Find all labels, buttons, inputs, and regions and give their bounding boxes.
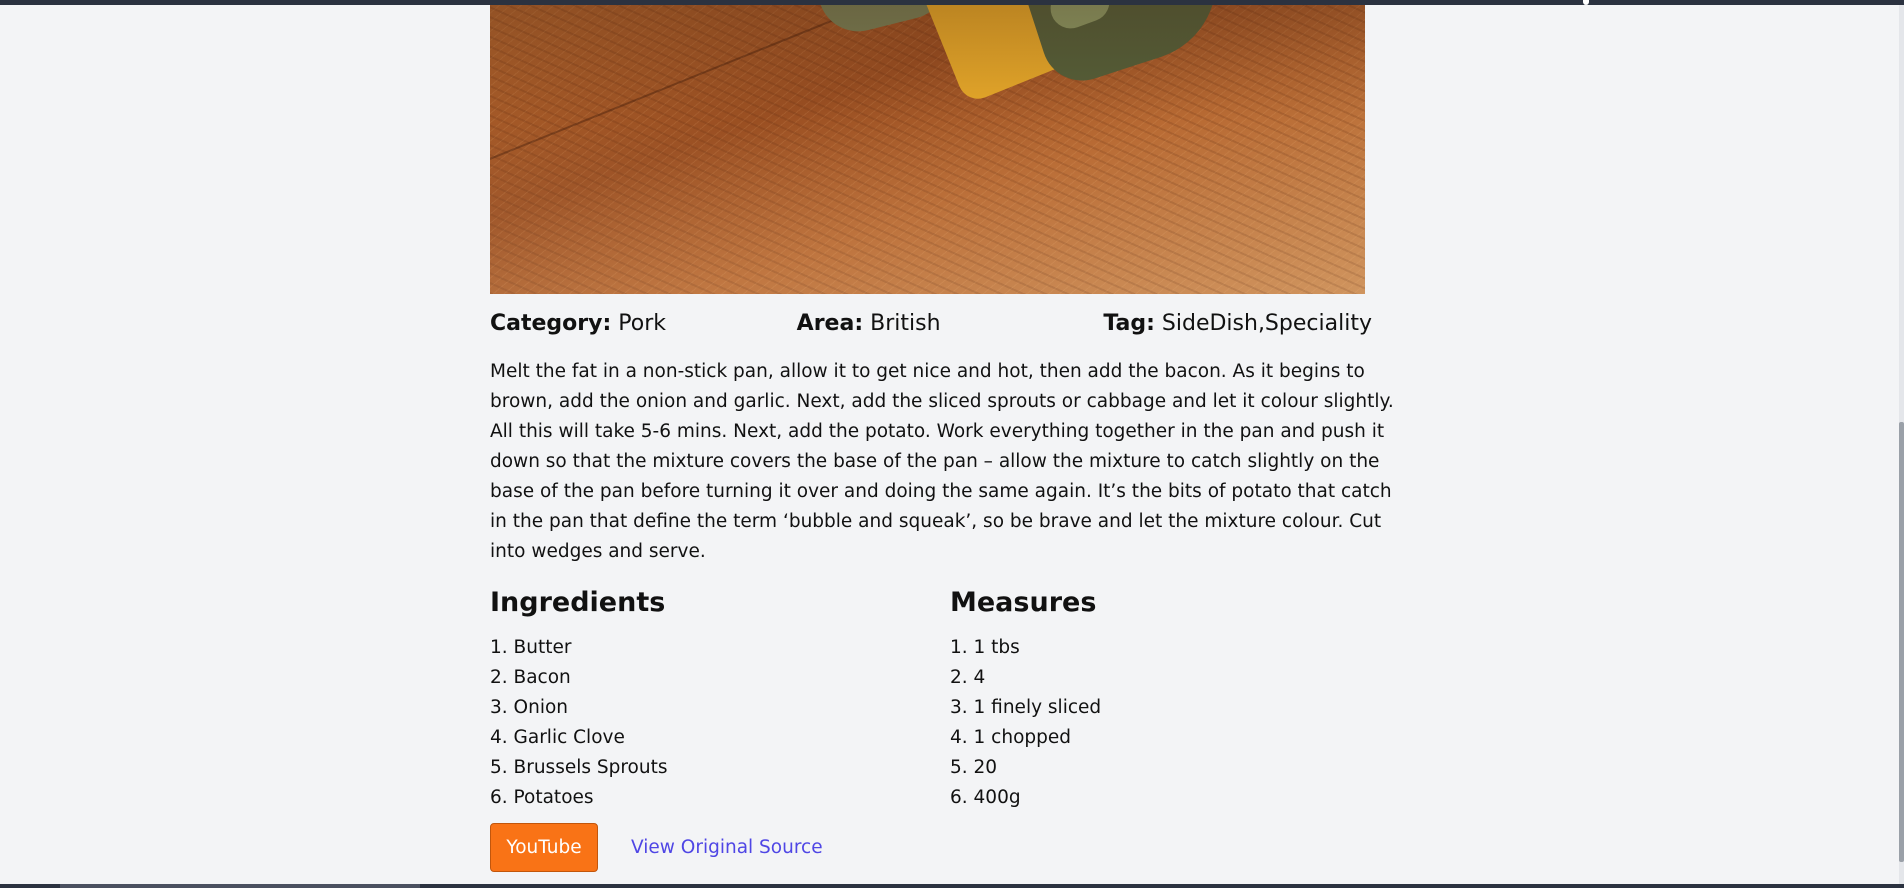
category-value: Pork: [618, 310, 667, 336]
tag-meta: Tag: SideDish,Speciality: [1103, 311, 1410, 336]
ingredient-item: 5. Brussels Sprouts: [490, 757, 668, 778]
measure-item: 1. 1 tbs: [950, 637, 1020, 658]
measures-column: Measures 1. 1 tbs 2. 4 3. 1 finely slice…: [950, 587, 1410, 813]
recipe-content: Category: Pork Area: British Tag: SideDi…: [490, 5, 1410, 872]
tag-value: SideDish,Speciality: [1161, 310, 1372, 336]
measure-item: 3. 1 finely sliced: [950, 697, 1102, 718]
recipe-actions: YouTube View Original Source: [490, 823, 1410, 872]
category-meta: Category: Pork: [490, 311, 797, 336]
scrollbar-thumb[interactable]: [1899, 422, 1904, 862]
ingredient-item: 4. Garlic Clove: [490, 727, 625, 748]
ingredient-item: 3. Onion: [490, 697, 569, 718]
measure-item: 2. 4: [950, 667, 986, 688]
measure-item: 6. 400g: [950, 787, 1021, 808]
ingredients-heading: Ingredients: [490, 587, 666, 618]
bottom-bar-segment: [60, 884, 420, 888]
category-label: Category:: [490, 310, 612, 336]
measure-item: 4. 1 chopped: [950, 727, 1072, 748]
measure-item: 5. 20: [950, 757, 998, 778]
ingredients-column: Ingredients 1. Butter 2. Bacon 3. Onion …: [490, 587, 950, 813]
view-original-source-link[interactable]: View Original Source: [631, 837, 823, 858]
measures-heading: Measures: [950, 587, 1097, 618]
image-shading: [490, 5, 1365, 294]
ingredient-item: 2. Bacon: [490, 667, 571, 688]
area-meta: Area: British: [797, 311, 1104, 336]
recipe-image: [490, 5, 1365, 294]
youtube-button[interactable]: YouTube: [490, 823, 598, 872]
recipe-meta: Category: Pork Area: British Tag: SideDi…: [490, 309, 1410, 337]
area-value: British: [870, 310, 941, 336]
tag-label: Tag:: [1103, 310, 1155, 336]
ingredient-item: 6. Potatoes: [490, 787, 594, 808]
area-label: Area:: [796, 310, 864, 336]
ingredient-measure-lists: Ingredients 1. Butter 2. Bacon 3. Onion …: [490, 587, 1410, 813]
recipe-instructions: Melt the fat in a non-stick pan, allow i…: [490, 361, 1394, 562]
ingredient-item: 1. Butter: [490, 637, 572, 658]
